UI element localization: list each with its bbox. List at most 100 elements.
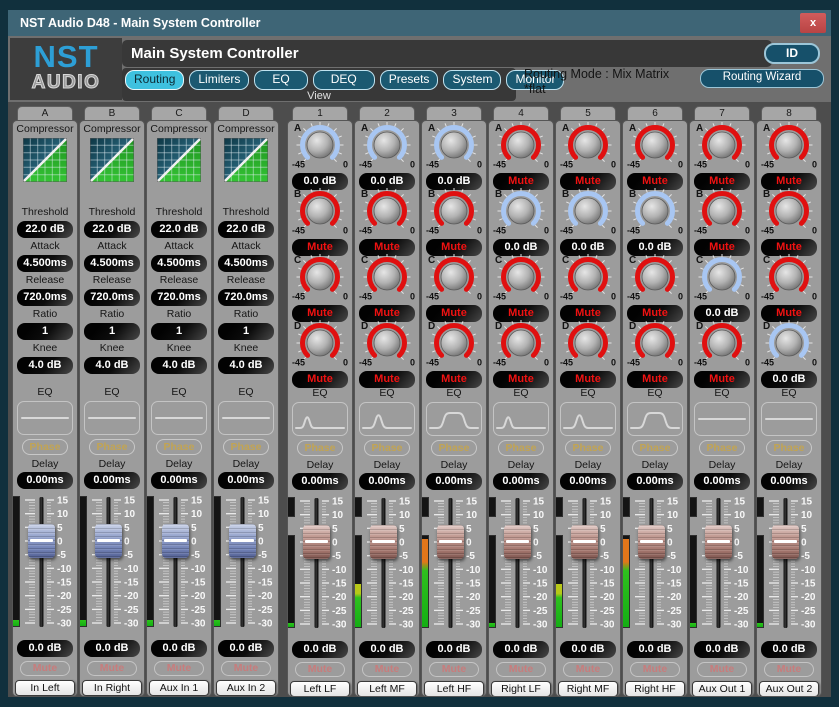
ratio-value[interactable]: 1 xyxy=(218,323,274,340)
eq-curve-display[interactable] xyxy=(17,401,73,435)
fader-handle[interactable] xyxy=(95,524,122,558)
tab-eq[interactable]: EQ xyxy=(254,70,307,90)
phase-button[interactable]: Phase xyxy=(22,439,68,455)
send-mute-button[interactable]: Mute xyxy=(493,371,549,388)
channel-header-tab[interactable]: 7 xyxy=(694,106,750,120)
fader-handle[interactable] xyxy=(772,525,799,559)
fader-handle[interactable] xyxy=(571,525,598,559)
delay-value[interactable]: 0.00ms xyxy=(761,473,817,490)
delay-value[interactable]: 0.00ms xyxy=(493,473,549,490)
fader-handle[interactable] xyxy=(229,524,256,558)
eq-curve-display[interactable] xyxy=(151,401,207,435)
channel-name-button[interactable]: Left LF xyxy=(290,681,350,697)
channel-mute-button[interactable]: Mute xyxy=(764,662,814,677)
fader-handle[interactable] xyxy=(705,525,732,559)
compressor-graph[interactable] xyxy=(224,138,268,187)
fader-handle[interactable] xyxy=(504,525,531,559)
channel-header-tab[interactable]: 6 xyxy=(627,106,683,120)
fader-handle[interactable] xyxy=(303,525,330,559)
channel-name-button[interactable]: Left MF xyxy=(357,681,417,697)
eq-curve-display[interactable] xyxy=(627,402,683,436)
channel-name-button[interactable]: In Left xyxy=(15,680,75,696)
channel-name-button[interactable]: In Right xyxy=(82,680,142,696)
gain-value[interactable]: 0.0 dB xyxy=(560,641,616,658)
channel-header-tab[interactable]: D xyxy=(218,106,274,120)
threshold-value[interactable]: 22.0 dB xyxy=(218,221,274,238)
send-mute-button[interactable]: Mute xyxy=(359,371,415,388)
eq-curve-display[interactable] xyxy=(359,402,415,436)
knee-value[interactable]: 4.0 dB xyxy=(151,357,207,374)
attack-value[interactable]: 4.500ms xyxy=(84,255,140,272)
channel-mute-button[interactable]: Mute xyxy=(20,661,70,676)
knee-value[interactable]: 4.0 dB xyxy=(17,357,73,374)
gain-value[interactable]: 0.0 dB xyxy=(151,640,207,657)
channel-name-button[interactable]: Aux In 2 xyxy=(216,680,276,696)
threshold-value[interactable]: 22.0 dB xyxy=(151,221,207,238)
attack-value[interactable]: 4.500ms xyxy=(151,255,207,272)
delay-value[interactable]: 0.00ms xyxy=(17,472,73,489)
ratio-value[interactable]: 1 xyxy=(17,323,73,340)
channel-header-tab[interactable]: C xyxy=(151,106,207,120)
channel-name-button[interactable]: Right MF xyxy=(558,681,618,697)
channel-mute-button[interactable]: Mute xyxy=(221,661,271,676)
release-value[interactable]: 720.0ms xyxy=(17,289,73,306)
channel-name-button[interactable]: Left HF xyxy=(424,681,484,697)
eq-curve-display[interactable] xyxy=(218,401,274,435)
channel-name-button[interactable]: Aux In 1 xyxy=(149,680,209,696)
eq-curve-display[interactable] xyxy=(694,402,750,436)
tab-presets[interactable]: Presets xyxy=(380,70,439,90)
channel-mute-button[interactable]: Mute xyxy=(87,661,137,676)
channel-header-tab[interactable]: B xyxy=(84,106,140,120)
channel-mute-button[interactable]: Mute xyxy=(496,662,546,677)
fader-handle[interactable] xyxy=(370,525,397,559)
eq-curve-display[interactable] xyxy=(84,401,140,435)
eq-curve-display[interactable] xyxy=(560,402,616,436)
threshold-value[interactable]: 22.0 dB xyxy=(84,221,140,238)
send-mute-button[interactable]: Mute xyxy=(292,371,348,388)
channel-mute-button[interactable]: Mute xyxy=(362,662,412,677)
channel-name-button[interactable]: Right HF xyxy=(625,681,685,697)
channel-header-tab[interactable]: 5 xyxy=(560,106,616,120)
channel-name-button[interactable]: Right LF xyxy=(491,681,551,697)
phase-button[interactable]: Phase xyxy=(156,439,202,455)
delay-value[interactable]: 0.00ms xyxy=(359,473,415,490)
send-mute-button[interactable]: Mute xyxy=(426,371,482,388)
tab-routing[interactable]: Routing xyxy=(125,70,184,90)
compressor-graph[interactable] xyxy=(157,138,201,187)
compressor-graph[interactable] xyxy=(23,138,67,187)
release-value[interactable]: 720.0ms xyxy=(218,289,274,306)
delay-value[interactable]: 0.00ms xyxy=(426,473,482,490)
eq-curve-display[interactable] xyxy=(426,402,482,436)
channel-mute-button[interactable]: Mute xyxy=(295,662,345,677)
gain-value[interactable]: 0.0 dB xyxy=(493,641,549,658)
delay-value[interactable]: 0.00ms xyxy=(151,472,207,489)
channel-header-tab[interactable]: 2 xyxy=(359,106,415,120)
phase-button[interactable]: Phase xyxy=(431,440,477,456)
routing-wizard-button[interactable]: Routing Wizard xyxy=(700,69,824,88)
knee-value[interactable]: 4.0 dB xyxy=(218,357,274,374)
fader-handle[interactable] xyxy=(638,525,665,559)
send-level-value[interactable]: 0.0 dB xyxy=(761,371,817,388)
phase-button[interactable]: Phase xyxy=(699,440,745,456)
attack-value[interactable]: 4.500ms xyxy=(17,255,73,272)
channel-mute-button[interactable]: Mute xyxy=(630,662,680,677)
channel-header-tab[interactable]: 1 xyxy=(292,106,348,120)
tab-limiters[interactable]: Limiters xyxy=(189,70,249,90)
phase-button[interactable]: Phase xyxy=(632,440,678,456)
channel-header-tab[interactable]: A xyxy=(17,106,73,120)
phase-button[interactable]: Phase xyxy=(498,440,544,456)
delay-value[interactable]: 0.00ms xyxy=(694,473,750,490)
gain-value[interactable]: 0.0 dB xyxy=(292,641,348,658)
channel-header-tab[interactable]: 8 xyxy=(761,106,817,120)
delay-value[interactable]: 0.00ms xyxy=(218,472,274,489)
knee-value[interactable]: 4.0 dB xyxy=(84,357,140,374)
phase-button[interactable]: Phase xyxy=(297,440,343,456)
threshold-value[interactable]: 22.0 dB xyxy=(17,221,73,238)
channel-mute-button[interactable]: Mute xyxy=(154,661,204,676)
compressor-graph[interactable] xyxy=(90,138,134,187)
tab-deq[interactable]: DEQ xyxy=(313,70,375,90)
delay-value[interactable]: 0.00ms xyxy=(292,473,348,490)
channel-header-tab[interactable]: 4 xyxy=(493,106,549,120)
eq-curve-display[interactable] xyxy=(493,402,549,436)
channel-mute-button[interactable]: Mute xyxy=(563,662,613,677)
